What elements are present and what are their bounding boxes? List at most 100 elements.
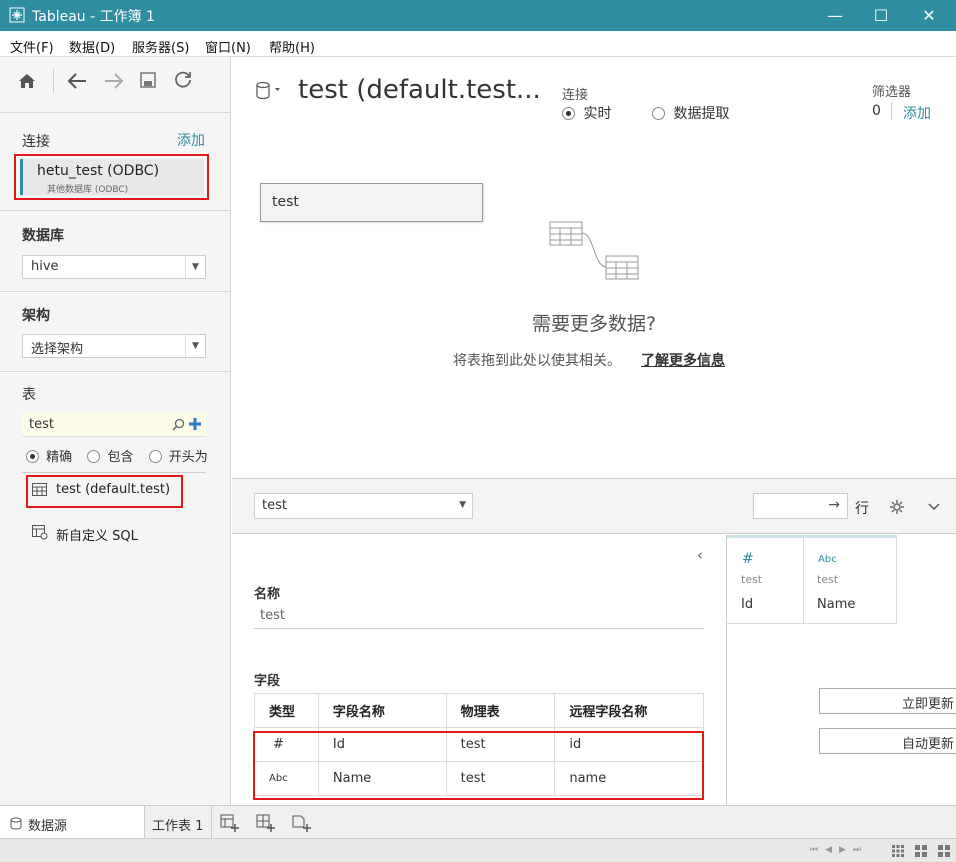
chevron-down-icon[interactable] [928, 501, 940, 511]
filters-label: 筛选器 [872, 85, 912, 100]
save-icon[interactable] [139, 71, 157, 89]
learn-more-link[interactable]: 了解更多信息 [641, 350, 725, 370]
chevron-down-icon: ▼ [185, 335, 205, 357]
add-icon[interactable] [188, 417, 202, 431]
fields-label: 字段 [254, 674, 281, 689]
status-bar: ⏮◀▶⏭ [0, 838, 956, 862]
maximize-button[interactable]: ☐ [858, 0, 904, 31]
live-radio[interactable] [562, 107, 575, 120]
preview-col-header[interactable]: Name [817, 597, 855, 612]
menu-help[interactable]: 帮助(H) [269, 37, 315, 56]
name-field[interactable]: test [254, 604, 704, 629]
home-icon[interactable] [17, 71, 37, 91]
window-title: Tableau - 工作簿 1 [32, 9, 155, 25]
tableau-logo-icon [9, 7, 25, 23]
preview-grid: # test Id Abc test Name [727, 535, 897, 624]
preview-col-header[interactable]: Id [741, 597, 753, 612]
sheet-nav-arrows-icon[interactable]: ⏮◀▶⏭ [810, 845, 868, 855]
gear-icon[interactable] [889, 499, 905, 515]
custom-sql-icon [32, 525, 48, 540]
live-option[interactable]: 实时 [562, 103, 611, 123]
sheet-sorter-icon[interactable] [891, 844, 905, 858]
chevron-down-icon: ▼ [185, 256, 205, 278]
drag-hint: 将表拖到此处以使其相关。 [453, 353, 621, 369]
preview-col-table: test [817, 573, 839, 586]
tab-datasource-label: 数据源 [28, 819, 68, 834]
column-header-type[interactable]: 类型 [254, 693, 319, 728]
add-filter-link[interactable]: 添加 [903, 103, 931, 123]
match-exact-label: 精确 [46, 450, 73, 465]
table-select-value: test [262, 498, 287, 513]
menu-window[interactable]: 窗口(N) [205, 37, 251, 56]
schema-heading: 架构 [22, 308, 50, 324]
datasource-title[interactable]: test (default.test... [298, 75, 541, 105]
filmstrip-icon[interactable] [914, 844, 928, 858]
filters-count: 0 [872, 103, 881, 119]
match-contains-label: 包含 [107, 450, 134, 465]
search-value: test [29, 417, 54, 432]
rows-label: 行 [855, 501, 869, 517]
table-search-input[interactable]: test [22, 412, 206, 437]
extract-radio[interactable] [652, 107, 665, 120]
tabs-view-icon[interactable] [937, 844, 951, 858]
arrow-right-icon[interactable]: → [828, 497, 840, 513]
extract-label: 数据提取 [673, 106, 730, 122]
match-startswith-radio[interactable] [148, 450, 162, 463]
title-bar: Tableau - 工作簿 1 — ☐ ✕ [0, 0, 956, 31]
menu-server[interactable]: 服务器(S) [132, 37, 189, 56]
menu-file[interactable]: 文件(F) [10, 37, 54, 56]
custom-sql-label: 新自定义 SQL [56, 529, 138, 544]
canvas-table-label: test [272, 194, 299, 210]
search-icon [172, 418, 185, 431]
datasource-icon [10, 817, 22, 830]
tab-datasource[interactable]: 数据源 [0, 806, 145, 838]
string-type-icon[interactable]: Abc [818, 554, 837, 565]
update-now-button[interactable]: 立即更新 [819, 688, 956, 714]
left-pane: 连接 添加 hetu_test (ODBC) 其他数据库 (ODBC) 数据库 … [0, 57, 231, 805]
menu-bar: 文件(F) 数据(D) 服务器(S) 窗口(N) 帮助(H) [0, 31, 956, 57]
forward-icon[interactable] [103, 71, 125, 91]
tables-join-icon [549, 221, 639, 280]
chevron-down-icon: ▼ [459, 500, 466, 510]
close-button[interactable]: ✕ [906, 0, 952, 31]
new-worksheet-icon[interactable] [220, 814, 239, 832]
match-exact-radio[interactable] [26, 450, 39, 463]
name-value: test [260, 608, 285, 623]
connections-heading: 连接 [22, 134, 50, 150]
menu-data[interactable]: 数据(D) [69, 37, 115, 56]
minimize-button[interactable]: — [812, 0, 858, 31]
table-select-dropdown[interactable]: test ▼ [254, 493, 473, 519]
auto-update-button[interactable]: 自动更新 [819, 728, 956, 754]
database-value: hive [31, 259, 59, 274]
table-heading: 表 [22, 387, 36, 403]
canvas-table-box[interactable]: test [260, 183, 483, 222]
database-dropdown[interactable]: hive ▼ [22, 255, 206, 279]
schema-value: 选择架构 [31, 342, 84, 357]
column-header-field-name[interactable]: 字段名称 [318, 693, 447, 728]
refresh-icon[interactable] [173, 69, 193, 89]
match-contains-radio[interactable] [87, 450, 101, 463]
highlight-fields [253, 731, 704, 800]
extract-option[interactable]: 数据提取 [652, 103, 729, 123]
add-connection-link[interactable]: 添加 [177, 130, 205, 150]
new-dashboard-icon[interactable] [256, 814, 275, 832]
sheet-tabs: 数据源 工作表 1 [0, 805, 956, 838]
rows-input[interactable]: → [753, 493, 848, 519]
column-header-remote-field[interactable]: 远程字段名称 [554, 693, 704, 728]
new-story-icon[interactable] [292, 814, 311, 832]
back-icon[interactable] [66, 71, 88, 91]
number-type-icon[interactable]: # [742, 551, 754, 567]
need-more-data-heading: 需要更多数据? [531, 313, 657, 335]
database-heading: 数据库 [22, 228, 64, 244]
column-header-physical-table[interactable]: 物理表 [446, 693, 556, 728]
collapse-chevron-icon[interactable]: ‹ [697, 546, 703, 564]
match-startswith-label: 开头为 [168, 450, 208, 465]
schema-dropdown[interactable]: 选择架构 ▼ [22, 334, 206, 358]
datasource-icon[interactable] [256, 81, 282, 101]
match-options: 精确 包含 开头为 [26, 446, 208, 465]
connection-type-label: 连接 [562, 88, 589, 103]
custom-sql-item[interactable]: 新自定义 SQL [32, 523, 192, 545]
live-label: 实时 [583, 106, 612, 122]
highlight-table [26, 475, 183, 508]
tab-sheet1[interactable]: 工作表 1 [145, 806, 212, 838]
